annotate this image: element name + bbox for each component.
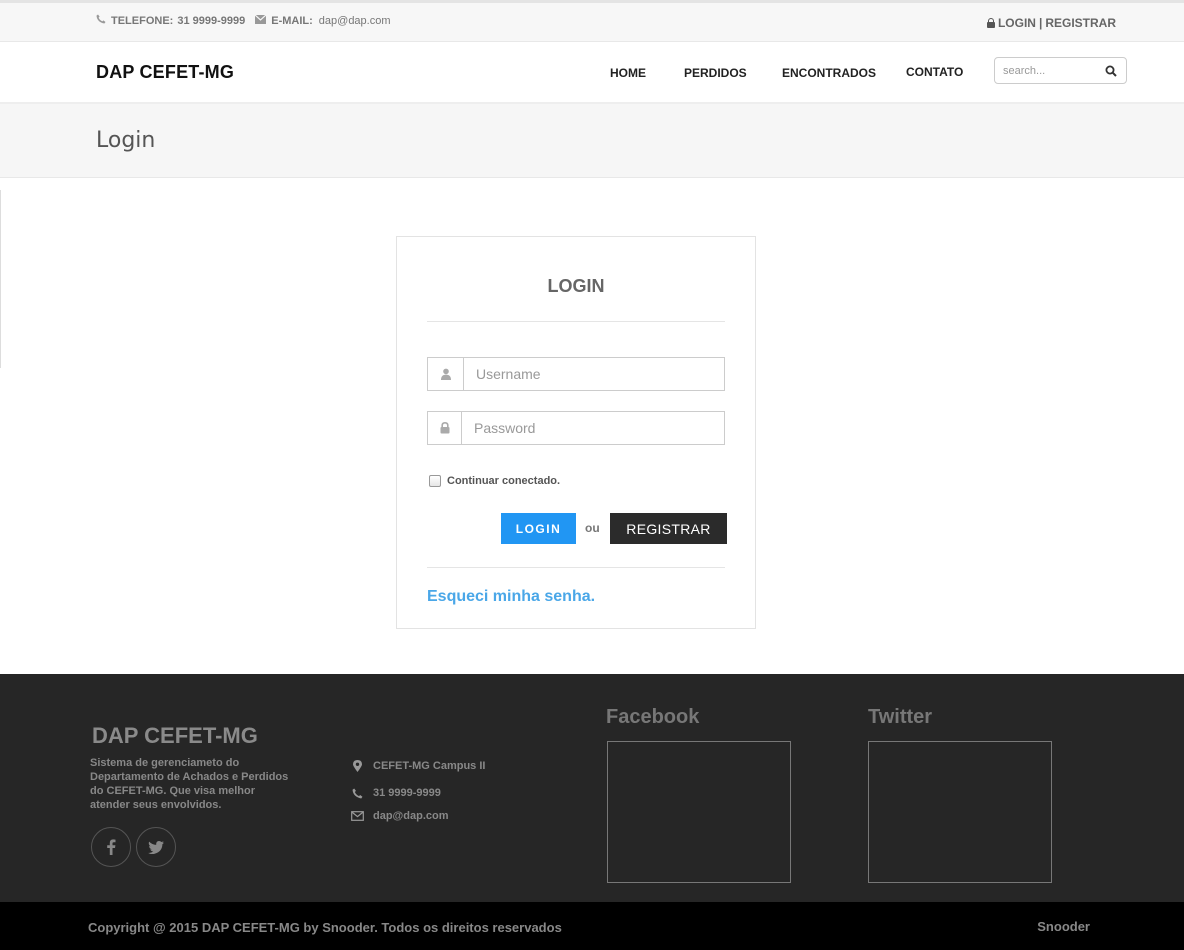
page-title: Login — [96, 128, 156, 153]
login-button[interactable]: LOGIN — [501, 513, 576, 544]
page-title-band: Login — [0, 104, 1184, 178]
lock-icon — [428, 412, 462, 444]
divider — [427, 567, 725, 568]
phone-icon — [350, 788, 364, 799]
remember-me: Continuar conectado. — [429, 475, 560, 487]
divider — [427, 321, 725, 322]
auth-separator: | — [1038, 16, 1043, 30]
top-register-link[interactable]: REGISTRAR — [1045, 16, 1116, 30]
password-field — [427, 411, 725, 445]
facebook-title: Facebook — [606, 706, 700, 728]
register-button[interactable]: REGISTRAR — [610, 513, 727, 544]
copyright-bar: Copyright @ 2015 DAP CEFET-MG by Snooder… — [0, 902, 1184, 950]
username-field — [427, 357, 725, 391]
username-input[interactable] — [476, 366, 716, 382]
nav-contato[interactable]: CONTATO — [906, 65, 963, 79]
copyright-text: Copyright @ 2015 DAP CEFET-MG by Snooder… — [88, 920, 562, 935]
facebook-widget — [607, 741, 791, 883]
search-icon[interactable] — [1105, 64, 1117, 77]
footer-phone: 31 9999-9999 — [350, 787, 441, 799]
search-input[interactable] — [1003, 63, 1103, 79]
lock-icon — [986, 18, 995, 28]
main-header: DAP CEFET-MG HOME PERDIDOS ENCONTRADOS C… — [0, 42, 1184, 104]
forgot-password-link[interactable]: Esqueci minha senha. — [427, 588, 595, 606]
contact-info: TELEFONE: 31 9999-9999 E-MAIL: dap@dap.c… — [96, 14, 391, 27]
search-box — [994, 57, 1127, 84]
footer: DAP CEFET-MG Sistema de gerenciameto do … — [0, 674, 1184, 902]
footer-email[interactable]: dap@dap.com — [350, 810, 449, 822]
footer-address: CEFET-MG Campus II — [350, 760, 485, 772]
or-text: ou — [585, 521, 600, 535]
twitter-title: Twitter — [868, 706, 933, 728]
login-panel: LOGIN Continuar conectado. LOGIN ou REGI… — [396, 236, 756, 629]
remember-checkbox[interactable] — [429, 475, 441, 487]
map-marker-icon — [350, 760, 364, 772]
twitter-widget — [868, 741, 1052, 883]
envelope-icon — [254, 14, 267, 27]
phone-label: TELEFONE: — [111, 14, 174, 27]
credit-link[interactable]: Snooder — [1037, 919, 1090, 934]
nav-perdidos[interactable]: PERDIDOS — [684, 66, 747, 80]
email-address[interactable]: dap@dap.com — [319, 15, 391, 27]
envelope-icon — [350, 811, 364, 821]
nav-encontrados[interactable]: ENCONTRADOS — [782, 66, 876, 80]
user-icon — [428, 358, 464, 390]
footer-brand: DAP CEFET-MG — [92, 723, 258, 748]
twitter-icon[interactable] — [136, 827, 176, 867]
password-input[interactable] — [474, 420, 714, 436]
site-logo[interactable]: DAP CEFET-MG — [96, 62, 234, 83]
top-login-link[interactable]: LOGIN — [998, 16, 1036, 30]
phone-icon — [96, 14, 106, 27]
remember-label: Continuar conectado. — [447, 475, 561, 487]
nav-home[interactable]: HOME — [610, 66, 646, 80]
divider — [0, 190, 1, 368]
auth-links: LOGIN | REGISTRAR — [986, 16, 1116, 30]
footer-description: Sistema de gerenciameto do Departamento … — [90, 757, 289, 811]
login-heading: LOGIN — [547, 276, 605, 296]
phone-number: 31 9999-9999 — [177, 14, 246, 27]
facebook-icon[interactable] — [91, 827, 131, 867]
email-label: E-MAIL: — [271, 14, 313, 27]
top-bar: TELEFONE: 31 9999-9999 E-MAIL: dap@dap.c… — [0, 0, 1184, 42]
